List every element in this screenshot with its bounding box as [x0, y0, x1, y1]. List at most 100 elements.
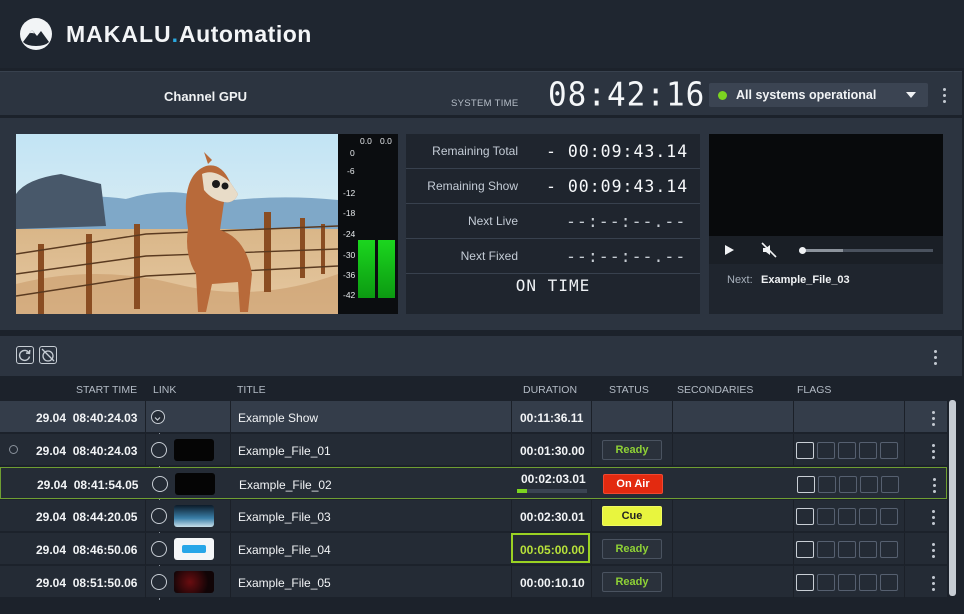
flags-group	[796, 574, 898, 591]
timer-next-live: Next Live --:--:--.--	[406, 204, 700, 239]
audio-meter: 0.0 0.0 0 -6 -12 -18 -24 -30 -36 -42	[338, 134, 398, 314]
status-badge[interactable]: Ready	[602, 539, 662, 559]
timers-panel: Remaining Total - 00:09:43.14 Remaining S…	[406, 134, 700, 314]
top-header: MAKALU.Automation	[0, 0, 964, 68]
timer-remaining-total: Remaining Total - 00:09:43.14	[406, 134, 700, 169]
flag-icon[interactable]	[881, 476, 899, 493]
item-title: Example_File_02	[239, 478, 332, 492]
flag-icon[interactable]	[859, 442, 877, 459]
makalu-logo-icon	[20, 18, 52, 50]
flags-group	[796, 442, 898, 459]
table-row-on-air[interactable]: 29.04 08:41:54.05 Example_File_02 00:02:…	[0, 467, 947, 499]
item-thumbnail	[174, 571, 214, 593]
refresh-icon[interactable]	[16, 346, 34, 364]
playlist-flag-icon[interactable]	[796, 541, 814, 558]
playlist-flag-icon[interactable]	[796, 574, 814, 591]
link-node-icon[interactable]	[151, 508, 167, 524]
row-menu-icon[interactable]	[931, 576, 935, 591]
flag-icon[interactable]	[880, 442, 898, 459]
table-row[interactable]: 29.04 08:51:50.06 Example_File_05 00:00:…	[0, 566, 947, 598]
row-menu-icon[interactable]	[931, 411, 935, 426]
status-badge[interactable]: On Air	[603, 474, 663, 494]
meter-scale-label: -18	[343, 208, 356, 218]
player-controls	[709, 236, 943, 264]
flag-icon[interactable]	[817, 541, 835, 558]
flag-icon[interactable]	[859, 508, 877, 525]
item-duration: 00:02:03.01	[521, 472, 586, 486]
playlist-menu-icon[interactable]	[933, 350, 937, 365]
col-flags[interactable]: FLAGS	[797, 384, 831, 396]
item-duration: 00:00:10.10	[520, 576, 585, 590]
playlist-flag-icon[interactable]	[796, 442, 814, 459]
item-thumbnail	[174, 439, 214, 461]
row-menu-icon[interactable]	[931, 444, 935, 459]
flag-icon[interactable]	[839, 476, 857, 493]
chevron-down-icon	[906, 92, 916, 98]
meter-scale-label: -36	[343, 270, 356, 280]
status-badge[interactable]: Ready	[602, 440, 662, 460]
flag-icon[interactable]	[838, 508, 856, 525]
playback-scrubber[interactable]	[799, 247, 933, 254]
link-node-icon[interactable]	[151, 541, 167, 557]
playlist-flag-icon[interactable]	[796, 508, 814, 525]
item-title: Example_File_05	[238, 576, 331, 590]
flag-icon[interactable]	[838, 541, 856, 558]
row-menu-icon[interactable]	[932, 478, 936, 493]
flag-icon[interactable]	[817, 574, 835, 591]
expand-chevron-icon[interactable]	[151, 410, 165, 424]
timer-off-icon[interactable]	[39, 346, 57, 364]
flag-icon[interactable]	[860, 476, 878, 493]
flag-icon[interactable]	[838, 574, 856, 591]
col-duration[interactable]: DURATION	[523, 384, 577, 396]
flag-icon[interactable]	[859, 574, 877, 591]
flag-icon[interactable]	[817, 442, 835, 459]
timing-state: ON TIME	[515, 276, 591, 295]
item-title: Example_File_04	[238, 543, 331, 557]
col-link[interactable]: LINK	[153, 384, 176, 396]
link-node-icon[interactable]	[152, 476, 168, 492]
flag-icon[interactable]	[880, 508, 898, 525]
system-status-text: All systems operational	[736, 88, 877, 102]
row-menu-icon[interactable]	[931, 510, 935, 525]
table-row[interactable]: 29.04 08:40:24.03 Example_File_01 00:01:…	[0, 434, 947, 466]
link-node-icon[interactable]	[151, 442, 167, 458]
meter-scale-label: -42	[343, 290, 356, 300]
playlist-flag-icon[interactable]	[797, 476, 815, 493]
flag-icon[interactable]	[818, 476, 836, 493]
link-node-icon[interactable]	[151, 574, 167, 590]
table-row[interactable]: 29.04 08:46:50.06 Example_File_04 00:05:…	[0, 533, 947, 565]
status-led-icon	[718, 90, 727, 100]
flag-icon[interactable]	[880, 541, 898, 558]
next-item-name: Example_File_03	[761, 274, 850, 286]
flags-group	[797, 476, 899, 493]
table-row[interactable]: 29.04 08:40:24.03 Example Show 00:11:36.…	[0, 401, 947, 433]
preview-player: Next: Example_File_03	[709, 134, 943, 314]
col-title[interactable]: TITLE	[237, 384, 266, 396]
timer-next-fixed: Next Fixed --:--:--.--	[406, 239, 700, 274]
system-status-dropdown[interactable]: All systems operational	[709, 83, 928, 107]
clock-icon	[9, 445, 18, 454]
meter-scale-label: 0	[350, 148, 355, 158]
item-title: Example Show	[238, 411, 319, 425]
duration-edit-highlight[interactable]	[511, 533, 590, 563]
play-icon[interactable]	[725, 245, 734, 255]
col-status[interactable]: STATUS	[609, 384, 649, 396]
playlist-scrollbar[interactable]	[949, 400, 956, 596]
flag-icon[interactable]	[880, 574, 898, 591]
header-menu-icon[interactable]	[942, 88, 946, 103]
flag-icon[interactable]	[838, 442, 856, 459]
status-bar: Channel GPU SYSTEM TIME 08:42:16 All sys…	[0, 71, 962, 115]
meter-bar-right	[378, 240, 395, 298]
mute-icon[interactable]	[761, 242, 777, 263]
status-badge[interactable]: Cue	[602, 506, 662, 526]
flag-icon[interactable]	[859, 541, 877, 558]
system-time-clock: 08:42:16	[548, 76, 706, 114]
flag-icon[interactable]	[817, 508, 835, 525]
row-menu-icon[interactable]	[931, 543, 935, 558]
brand-title: MAKALU.Automation	[66, 20, 312, 47]
col-secondaries[interactable]: SECONDARIES	[677, 384, 753, 396]
col-start-time[interactable]: START TIME	[76, 384, 137, 396]
status-badge[interactable]: Ready	[602, 572, 662, 592]
item-title: Example_File_01	[238, 444, 331, 458]
table-row[interactable]: 29.04 08:44:20.05 Example_File_03 00:02:…	[0, 500, 947, 532]
